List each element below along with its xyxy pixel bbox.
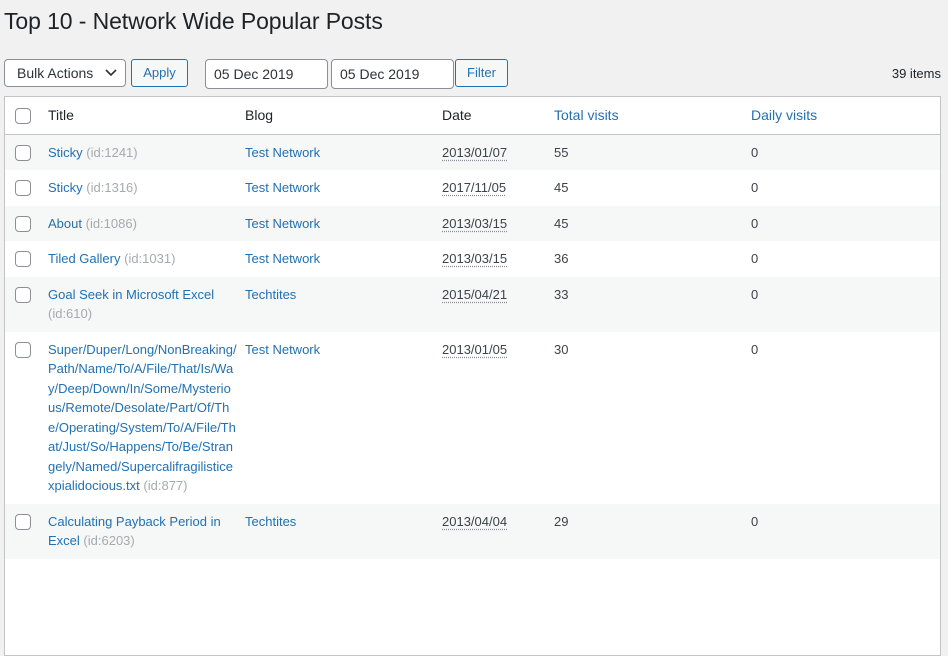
total-visits: 36 xyxy=(554,251,569,266)
blog-link[interactable]: Test Network xyxy=(245,342,320,357)
chevron-down-icon xyxy=(105,69,117,77)
blog-link[interactable]: Test Network xyxy=(245,180,320,195)
total-visits: 45 xyxy=(554,215,569,231)
popular-posts-table: Title Blog Date Total visits Daily visit… xyxy=(4,96,941,656)
date-to-input[interactable]: 05 Dec 2019 xyxy=(331,59,454,89)
column-header-title: Title xyxy=(48,97,245,135)
column-header-date: Date xyxy=(442,97,554,135)
post-date: 2013/04/04 xyxy=(442,513,508,529)
post-id: (id:1241) xyxy=(86,144,138,160)
post-title-link[interactable]: Sticky xyxy=(48,180,83,195)
table-toolbar: Bulk Actions Apply 05 Dec 2019 05 Dec 20… xyxy=(4,59,948,91)
daily-visits: 0 xyxy=(751,251,759,266)
row-checkbox[interactable] xyxy=(15,341,31,358)
table-row: Super/Duper/Long/NonBreaking/Path/Name/T… xyxy=(5,332,940,504)
post-id: (id:6203) xyxy=(83,533,135,548)
blog-link[interactable]: Techtites xyxy=(245,287,296,302)
daily-visits: 0 xyxy=(751,215,759,231)
page-title: Top 10 - Network Wide Popular Posts xyxy=(4,8,383,34)
select-all-cell xyxy=(5,97,48,135)
total-visits: 30 xyxy=(554,341,569,357)
post-title-link[interactable]: Sticky xyxy=(48,145,83,160)
date-from-input[interactable]: 05 Dec 2019 xyxy=(205,59,328,89)
bulk-actions-label: Bulk Actions xyxy=(17,65,94,81)
table-row: Goal Seek in Microsoft Excel (id:610) Te… xyxy=(5,276,940,332)
post-title-link[interactable]: Super/Duper/Long/NonBreaking/Path/Name/T… xyxy=(48,342,237,494)
blog-link[interactable]: Test Network xyxy=(245,216,320,231)
column-header-daily-visits[interactable]: Daily visits xyxy=(751,97,940,135)
total-visits: 55 xyxy=(554,144,569,160)
row-checkbox[interactable] xyxy=(15,513,31,530)
daily-visits: 0 xyxy=(751,513,759,529)
blog-link[interactable]: Techtites xyxy=(245,514,296,529)
row-checkbox[interactable] xyxy=(15,251,31,267)
post-date: 2013/03/15 xyxy=(442,251,508,266)
blog-link[interactable]: Test Network xyxy=(245,145,320,160)
table-row: About (id:1086) Test Network 2013/03/15 … xyxy=(5,205,940,241)
blog-link[interactable]: Test Network xyxy=(245,251,320,266)
table-row: Sticky (id:1316) Test Network 2017/11/05… xyxy=(5,170,940,206)
column-header-blog: Blog xyxy=(245,97,442,135)
total-visits: 29 xyxy=(554,513,569,529)
daily-visits: 0 xyxy=(751,341,759,357)
daily-visits: 0 xyxy=(751,180,759,195)
post-date: 2013/01/05 xyxy=(442,341,508,357)
apply-button[interactable]: Apply xyxy=(131,59,188,87)
post-date: 2017/11/05 xyxy=(442,180,507,195)
post-date: 2013/03/15 xyxy=(442,215,508,231)
filter-button[interactable]: Filter xyxy=(455,59,508,87)
post-date: 2013/01/07 xyxy=(442,144,508,160)
bulk-actions-select[interactable]: Bulk Actions xyxy=(4,59,126,87)
row-checkbox[interactable] xyxy=(15,144,31,161)
post-title-link[interactable]: Goal Seek in Microsoft Excel xyxy=(48,287,214,302)
post-title-link[interactable]: About xyxy=(48,216,82,231)
row-checkbox[interactable] xyxy=(15,286,31,303)
table-row: Sticky (id:1241) Test Network 2013/01/07… xyxy=(5,134,940,170)
total-visits: 33 xyxy=(554,286,569,302)
row-checkbox[interactable] xyxy=(15,215,31,232)
table-header-row: Title Blog Date Total visits Daily visit… xyxy=(5,97,940,135)
daily-visits: 0 xyxy=(751,144,759,160)
column-header-total-visits[interactable]: Total visits xyxy=(554,97,751,135)
post-id: (id:610) xyxy=(48,306,93,321)
select-all-checkbox[interactable] xyxy=(15,108,31,125)
post-date: 2015/04/21 xyxy=(442,286,508,302)
row-checkbox[interactable] xyxy=(15,180,31,196)
table-row: Calculating Payback Period in Excel (id:… xyxy=(5,503,940,559)
post-id: (id:1316) xyxy=(86,180,138,195)
post-id: (id:1086) xyxy=(85,215,137,231)
total-visits: 45 xyxy=(554,180,569,195)
table-row: Tiled Gallery (id:1031) Test Network 201… xyxy=(5,241,940,277)
items-count: 39 items xyxy=(891,66,941,81)
post-id: (id:1031) xyxy=(124,251,176,266)
post-id: (id:877) xyxy=(143,478,188,493)
daily-visits: 0 xyxy=(751,286,759,302)
post-title-link[interactable]: Tiled Gallery xyxy=(48,251,120,266)
